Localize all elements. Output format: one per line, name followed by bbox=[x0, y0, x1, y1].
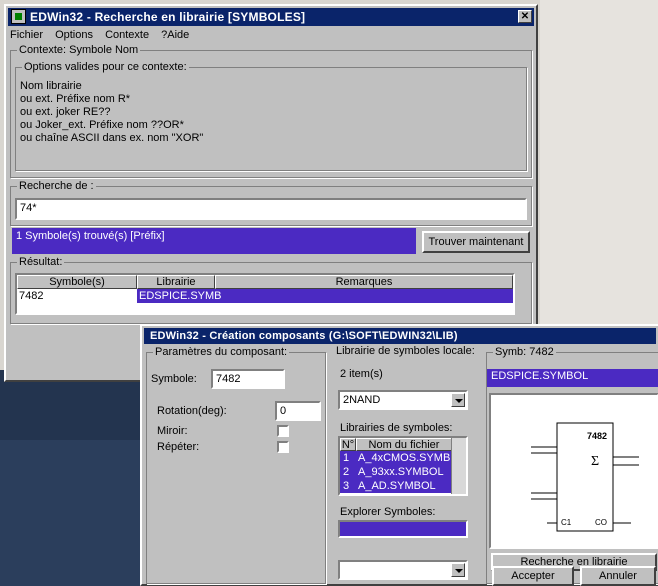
symbol-input[interactable]: 7482 bbox=[211, 369, 285, 389]
result-table: Symbole(s) Librairie Remarques 7482 EDSP… bbox=[15, 273, 515, 315]
search-window-title: EDWin32 - Recherche en librairie [SYMBOL… bbox=[30, 10, 306, 24]
option-line-2: ou ext. Préfixe nom R* bbox=[20, 93, 131, 105]
params-group: Paramètres du composant: Symbole: 7482 R… bbox=[146, 346, 326, 584]
result-library-cell: EDSPICE.SYMB bbox=[137, 289, 513, 303]
explore-select[interactable] bbox=[338, 560, 468, 580]
search-window-titlebar[interactable]: EDWin32 - Recherche en librairie [SYMBOL… bbox=[8, 8, 534, 26]
find-now-button[interactable]: Trouver maintenant bbox=[422, 231, 530, 253]
repeat-label: Répéter: bbox=[157, 441, 200, 453]
rotation-label: Rotation(deg): bbox=[157, 405, 227, 417]
preview-group: Symb: 7482 EDSPICE.SYMBOL 7482 Σ C1 CO R… bbox=[486, 346, 658, 584]
symbol-label: Symbole: bbox=[151, 373, 197, 385]
local-symbol-select[interactable]: 2NAND bbox=[338, 390, 468, 410]
options-group-label: Options valides pour ce contexte: bbox=[22, 61, 189, 73]
background-desktop-lower bbox=[0, 440, 140, 586]
cancel-button[interactable]: Annuler bbox=[580, 566, 656, 586]
mirror-label: Miroir: bbox=[157, 425, 188, 437]
explore-bar[interactable] bbox=[338, 520, 468, 538]
close-icon[interactable]: ✕ bbox=[518, 10, 532, 23]
lib-row-name: A_AD.SYMBOL bbox=[358, 480, 436, 492]
repeat-checkbox[interactable] bbox=[277, 441, 289, 453]
option-line-4: ou Joker_ext. Préfixe nom ??OR* bbox=[20, 119, 184, 131]
libraries-scrollbar[interactable] bbox=[451, 438, 466, 494]
preview-library-bar: EDSPICE.SYMBOL bbox=[487, 369, 658, 387]
app-icon bbox=[11, 9, 26, 24]
chip-pin-c1: C1 bbox=[561, 518, 572, 527]
menu-fichier[interactable]: Fichier bbox=[10, 29, 43, 41]
search-group: Recherche de : 74* bbox=[10, 180, 532, 226]
list-item[interactable]: 1 A_4xCMOS.SYMB bbox=[340, 451, 452, 465]
chip-sum-symbol: Σ bbox=[591, 454, 599, 469]
lib-row-name: A_93xx.SYMBOL bbox=[358, 466, 444, 478]
option-line-5: ou chaîne ASCII dans ex. nom "XOR" bbox=[20, 132, 204, 144]
result-group-label: Résultat: bbox=[17, 256, 65, 268]
column-header-remarks[interactable]: Remarques bbox=[215, 275, 513, 289]
status-bar: 1 Symbole(s) trouvé(s) [Préfix] bbox=[12, 228, 416, 254]
menu-contexte[interactable]: Contexte bbox=[105, 29, 149, 41]
symbol-preview: 7482 Σ C1 CO bbox=[489, 393, 658, 549]
chevron-down-icon[interactable] bbox=[451, 563, 465, 577]
accept-button[interactable]: Accepter bbox=[492, 566, 574, 586]
menu-options[interactable]: Options bbox=[55, 29, 93, 41]
context-group-label: Contexte: Symbole Nom bbox=[17, 44, 141, 56]
lib-row-name: A_4xCMOS.SYMB bbox=[358, 452, 451, 464]
column-header-symbol[interactable]: Symbole(s) bbox=[17, 275, 137, 289]
option-line-1: Nom librairie bbox=[20, 80, 82, 92]
search-group-label: Recherche de : bbox=[17, 180, 96, 192]
create-window-title: EDWin32 - Création composants (G:\SOFT\E… bbox=[150, 330, 458, 342]
create-window-titlebar[interactable]: EDWin32 - Création composants (G:\SOFT\E… bbox=[144, 328, 656, 344]
preview-label: Symb: 7482 bbox=[493, 346, 556, 358]
menu-aide[interactable]: ?Aide bbox=[161, 29, 189, 41]
options-group: Options valides pour ce contexte: Nom li… bbox=[15, 61, 527, 171]
libraries-list: N° Nom du fichier 1 A_4xCMOS.SYMB 2 A_93… bbox=[338, 436, 468, 496]
list-item[interactable]: 3 A_AD.SYMBOL bbox=[340, 479, 452, 493]
libraries-label: Librairies de symboles: bbox=[340, 422, 453, 434]
items-count: 2 item(s) bbox=[340, 368, 383, 380]
lib-col-n[interactable]: N° bbox=[340, 438, 356, 451]
create-component-window: EDWin32 - Création composants (G:\SOFT\E… bbox=[140, 324, 658, 586]
result-group: Résultat: Symbole(s) Librairie Remarques… bbox=[10, 256, 532, 324]
mirror-checkbox[interactable] bbox=[277, 425, 289, 437]
chevron-down-icon[interactable] bbox=[451, 393, 465, 407]
result-symbol-cell: 7482 bbox=[19, 290, 44, 302]
rotation-input[interactable]: 0 bbox=[275, 401, 321, 421]
local-library-group-label: Librairie de symboles locale: bbox=[334, 345, 477, 357]
search-input[interactable]: 74* bbox=[15, 198, 527, 220]
lib-col-name[interactable]: Nom du fichier bbox=[356, 438, 452, 451]
list-item[interactable]: 2 A_93xx.SYMBOL bbox=[340, 465, 452, 479]
lib-row-n: 3 bbox=[343, 480, 350, 492]
local-symbol-value: 2NAND bbox=[343, 394, 381, 406]
params-group-label: Paramètres du composant: bbox=[153, 346, 290, 358]
option-line-3: ou ext. joker RE?? bbox=[20, 106, 111, 118]
context-group: Contexte: Symbole Nom Options valides po… bbox=[10, 44, 532, 178]
chip-part-number: 7482 bbox=[587, 431, 607, 441]
local-library-group: Librairie de symboles locale: 2 item(s) … bbox=[334, 345, 480, 584]
column-header-library[interactable]: Librairie bbox=[137, 275, 215, 289]
explore-label: Explorer Symboles: bbox=[340, 506, 436, 518]
table-row[interactable]: 7482 EDSPICE.SYMB bbox=[17, 289, 513, 303]
menubar: Fichier Options Contexte ?Aide bbox=[10, 29, 198, 45]
lib-row-n: 2 bbox=[343, 466, 350, 478]
lib-row-n: 1 bbox=[343, 452, 350, 464]
chip-pin-co: CO bbox=[595, 518, 607, 527]
chip-symbol-drawing: 7482 Σ C1 CO bbox=[531, 422, 639, 532]
